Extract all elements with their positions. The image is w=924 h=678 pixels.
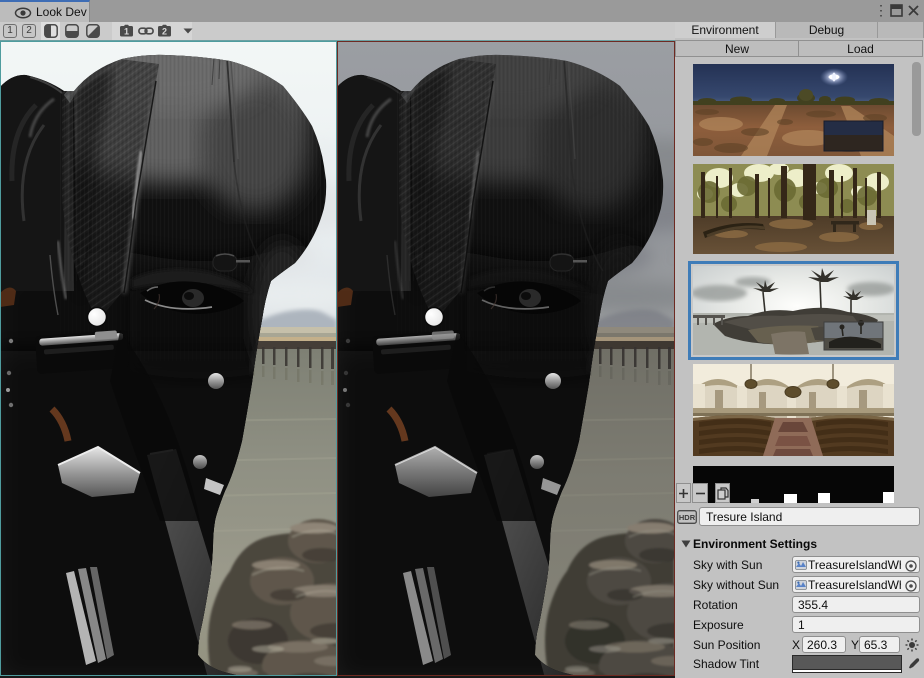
svg-text:2: 2 xyxy=(162,27,167,37)
svg-text:HDR: HDR xyxy=(679,513,696,522)
svg-text:1: 1 xyxy=(124,27,129,37)
